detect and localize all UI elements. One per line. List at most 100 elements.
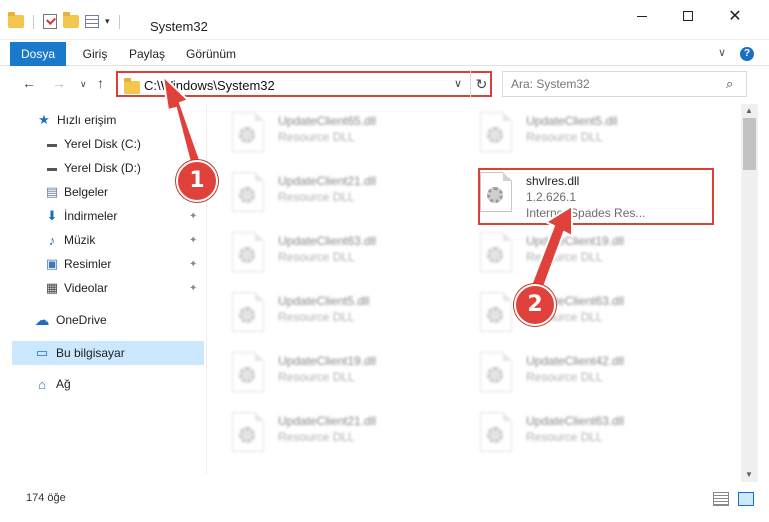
- sidebar-item-onedrive[interactable]: ☁ OneDrive: [0, 308, 204, 332]
- properties-icon[interactable]: [85, 15, 99, 28]
- gear-icon: [239, 127, 255, 143]
- videos-icon: ▦: [45, 280, 59, 295]
- expand-ribbon-icon[interactable]: ∨: [718, 46, 726, 59]
- maximize-button[interactable]: [665, 0, 711, 32]
- scroll-up-icon[interactable]: ▲: [745, 106, 753, 115]
- file-description: Resource DLL: [526, 130, 603, 144]
- dll-file-icon: [232, 412, 264, 452]
- ribbon-tabs: Dosya Giriş Paylaş Görünüm ∨ ?: [0, 42, 769, 66]
- dll-file-icon: [232, 352, 264, 392]
- tab-file[interactable]: Dosya: [10, 42, 66, 66]
- tab-home[interactable]: Giriş: [80, 42, 110, 66]
- tab-view[interactable]: Görünüm: [186, 42, 236, 66]
- sidebar-item-label: Yerel Disk (D:): [64, 161, 141, 175]
- list-item[interactable]: UpdateClient65.dll Resource DLL: [222, 108, 452, 164]
- gear-icon: [239, 187, 255, 203]
- pane-divider[interactable]: [206, 104, 207, 474]
- minimize-button[interactable]: [619, 0, 665, 32]
- drive-icon: ▬: [47, 138, 57, 150]
- tab-share[interactable]: Paylaş: [128, 42, 166, 66]
- back-arrow-icon[interactable]: ←: [22, 75, 36, 91]
- file-name: UpdateClient63.dll: [526, 414, 625, 428]
- scrollbar-thumb[interactable]: [743, 118, 756, 170]
- list-item[interactable]: UpdateClient63.dll Resource DLL: [222, 228, 452, 284]
- sidebar-item-local-disk-d[interactable]: ▬ Yerel Disk (D:): [0, 156, 204, 180]
- dll-file-icon: [232, 112, 264, 152]
- folder-icon: [124, 78, 140, 94]
- sidebar-item-videos[interactable]: ▦ Videolar ✦: [0, 276, 204, 300]
- separator: [118, 14, 120, 29]
- pin-icon[interactable]: ✦: [189, 211, 197, 222]
- step-2-callout: 2: [514, 284, 556, 326]
- navigation-pane: ★ Hızlı erişim ▬ Yerel Disk (C:) ✦ ▬ Yer…: [0, 104, 206, 482]
- address-dropdown-icon[interactable]: ∨: [454, 77, 462, 90]
- refresh-icon[interactable]: ↻: [470, 71, 492, 97]
- new-folder-icon[interactable]: [63, 12, 79, 28]
- file-name: UpdateClient42.dll: [526, 354, 625, 368]
- sidebar-item-quick-access[interactable]: ★ Hızlı erişim: [0, 108, 204, 132]
- sidebar-item-label: Videolar: [64, 281, 108, 295]
- list-item[interactable]: UpdateClient21.dll Resource DLL: [222, 168, 452, 224]
- file-description: Resource DLL: [278, 190, 355, 204]
- help-icon[interactable]: ?: [740, 47, 754, 61]
- close-button[interactable]: ✕: [712, 0, 758, 32]
- sidebar-item-downloads[interactable]: ⬇ İndirmeler ✦: [0, 204, 204, 228]
- up-arrow-icon[interactable]: ↑: [97, 75, 104, 91]
- gear-icon: [239, 247, 255, 263]
- gear-icon: [487, 427, 503, 443]
- navigation-bar: ← → ∨ ↑ C:\Windows\System32 ∨ ↻ Ara: Sys…: [0, 66, 769, 102]
- address-bar[interactable]: C:\Windows\System32 ∨ ↻: [116, 71, 492, 97]
- pin-icon[interactable]: ✦: [189, 283, 197, 294]
- sidebar-item-documents[interactable]: ▤ Belgeler: [0, 180, 204, 204]
- list-item[interactable]: UpdateClient21.dll Resource DLL: [222, 408, 452, 464]
- address-path[interactable]: C:\Windows\System32: [144, 78, 275, 93]
- list-item[interactable]: UpdateClient63.dll Resource DLL: [470, 288, 700, 344]
- drive-icon: ▬: [47, 162, 57, 174]
- title-bar: ▾ System32 ✕: [0, 0, 769, 40]
- properties-check-icon[interactable]: [43, 14, 57, 29]
- file-name: UpdateClient5.dll: [526, 114, 618, 128]
- list-item[interactable]: UpdateClient19.dll Resource DLL: [222, 348, 452, 404]
- sidebar-item-local-disk-c[interactable]: ▬ Yerel Disk (C:) ✦: [0, 132, 204, 156]
- scroll-down-icon[interactable]: ▼: [745, 470, 753, 479]
- list-item[interactable]: UpdateClient42.dll Resource DLL: [470, 348, 700, 404]
- close-icon: ✕: [728, 8, 742, 25]
- file-description: Resource DLL: [278, 370, 355, 384]
- network-icon: ⌂: [38, 376, 46, 392]
- customize-dropdown-icon[interactable]: ▾: [105, 16, 110, 27]
- list-item[interactable]: UpdateClient63.dll Resource DLL: [470, 408, 700, 464]
- list-item[interactable]: UpdateClient5.dll Resource DLL: [470, 108, 700, 164]
- folder-icon[interactable]: [8, 12, 24, 28]
- file-list: UpdateClient65.dll Resource DLL UpdateCl…: [212, 104, 740, 482]
- recent-locations-icon[interactable]: ∨: [80, 79, 87, 90]
- large-icons-view-icon[interactable]: [738, 492, 754, 506]
- gear-icon: [487, 247, 503, 263]
- dll-file-icon: [480, 412, 512, 452]
- pin-icon[interactable]: ✦: [189, 235, 197, 246]
- search-icon[interactable]: ⌕: [726, 76, 733, 92]
- sidebar-item-music[interactable]: ♪ Müzik ✦: [0, 228, 204, 252]
- details-view-icon[interactable]: [713, 492, 729, 506]
- dll-file-icon: [480, 292, 512, 332]
- search-input[interactable]: Ara: System32 ⌕: [502, 71, 747, 97]
- pin-icon[interactable]: ✦: [189, 259, 197, 270]
- sidebar-item-label: Resimler: [64, 257, 112, 271]
- gear-icon: [239, 427, 255, 443]
- sidebar-item-pictures[interactable]: ▣ Resimler ✦: [0, 252, 204, 276]
- file-name: UpdateClient21.dll: [278, 174, 377, 188]
- dll-file-icon: [232, 232, 264, 272]
- list-item[interactable]: UpdateClient5.dll Resource DLL: [222, 288, 452, 344]
- gear-icon: [239, 307, 255, 323]
- vertical-scrollbar[interactable]: ▲ ▼: [741, 104, 758, 482]
- gear-icon: [487, 307, 503, 323]
- sidebar-item-network[interactable]: ⌂ Ağ: [0, 372, 204, 396]
- file-name: UpdateClient21.dll: [278, 414, 377, 428]
- dll-file-icon: [232, 172, 264, 212]
- search-placeholder[interactable]: Ara: System32: [511, 77, 590, 91]
- pin-icon[interactable]: ✦: [189, 139, 197, 150]
- sidebar-item-this-pc[interactable]: ▭ Bu bilgisayar: [12, 341, 204, 365]
- list-item[interactable]: UpdateClient19.dll Resource DLL: [470, 228, 700, 284]
- forward-arrow-icon[interactable]: →: [52, 75, 66, 91]
- sidebar-item-label: Belgeler: [64, 185, 109, 199]
- file-description: Resource DLL: [526, 250, 603, 264]
